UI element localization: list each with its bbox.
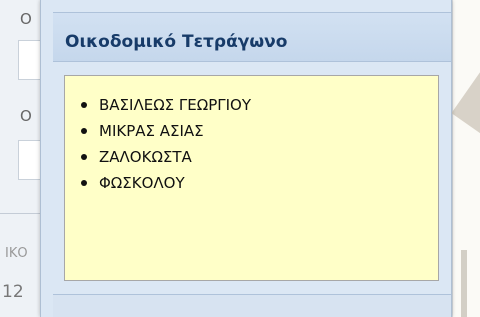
background-number: 12 [2,282,24,302]
info-panel: Οικοδομικό Τετράγωνο ΒΑΣΙΛΕΩΣ ΓΕΩΡΓΙΟΥ Μ… [40,0,452,317]
background-form: O O ΙΚΟ 12 [0,0,40,317]
map-area[interactable] [451,0,480,317]
background-input-1[interactable] [18,40,40,80]
list-item: ΦΩΣΚΟΛΟΥ [79,170,251,196]
background-input-2[interactable] [18,140,40,180]
list-item: ΒΑΣΙΛΕΩΣ ΓΕΩΡΓΙΟΥ [79,92,251,118]
screen: O O ΙΚΟ 12 Οικοδομικό Τετράγωνο ΒΑΣΙΛΕΩΣ… [0,0,480,317]
map-road [461,250,467,317]
panel-header[interactable]: Οικοδομικό Τετράγωνο [53,12,451,62]
background-letter-2: O [20,107,32,125]
street-list-box: ΒΑΣΙΛΕΩΣ ΓΕΩΡΓΙΟΥ ΜΙΚΡΑΣ ΑΣΙΑΣ ΖΑΛΟΚΩΣΤΑ… [64,75,439,281]
panel-footer [53,294,451,317]
list-item: ΜΙΚΡΑΣ ΑΣΙΑΣ [79,118,251,144]
background-label: ΙΚΟ [5,246,28,261]
background-divider [0,213,40,214]
panel-title: Οικοδομικό Τετράγωνο [65,32,288,52]
background-letter-1: O [20,10,32,28]
list-item: ΖΑΛΟΚΩΣΤΑ [79,144,251,170]
map-road [451,63,480,137]
street-list: ΒΑΣΙΛΕΩΣ ΓΕΩΡΓΙΟΥ ΜΙΚΡΑΣ ΑΣΙΑΣ ΖΑΛΟΚΩΣΤΑ… [79,92,251,196]
